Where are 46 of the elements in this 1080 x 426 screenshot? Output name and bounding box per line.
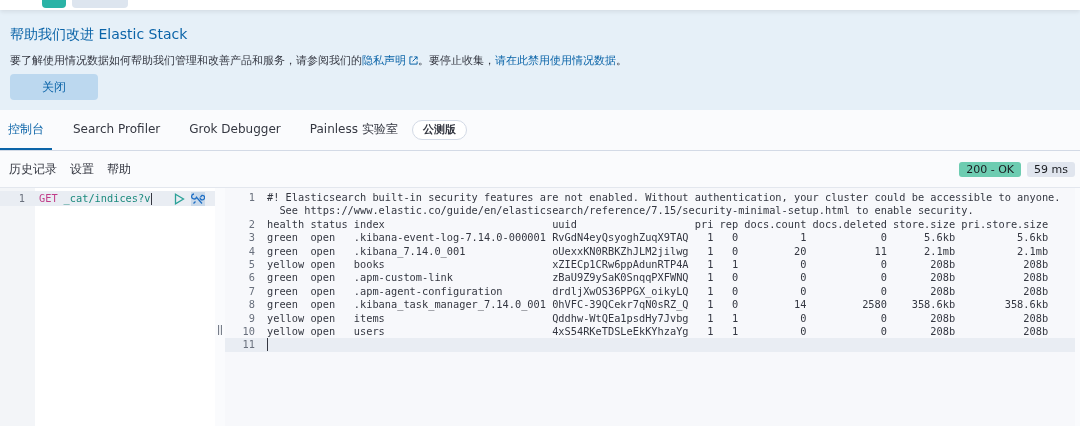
wrench-icon[interactable] <box>191 191 206 206</box>
text-cursor <box>267 338 268 352</box>
toolbar-link[interactable]: 历史记录 <box>9 161 57 177</box>
response-line: yellow open items Qddhw-WtQEa1psdHy7Jvbg 1 1 0 0 208b 208b <box>267 311 1049 325</box>
line-number: 9 <box>247 311 256 326</box>
tab[interactable]: 控制台 <box>0 110 52 150</box>
resize-handle[interactable] <box>218 325 222 335</box>
line-number: 4 <box>247 244 256 258</box>
line-number: 5 <box>247 258 256 272</box>
line-number: 11 <box>241 338 256 352</box>
close-button[interactable]: 关闭 <box>10 74 98 100</box>
external-link-icon <box>409 56 418 65</box>
banner-text: 要了解使用情况数据如何帮助我们管理和改善产品和服务，请参阅我们的隐私声明 。要停止收集，请在此禁用使用情况数据。 <box>10 53 628 68</box>
banner-title: 帮助我们改进 Elastic Stack <box>10 26 189 44</box>
response-line: #! Elasticsearch built-in security features are not enabled. Without authentication, your cluster could be accessible to anyone. <box>267 191 1061 205</box>
line-number: 8 <box>247 298 256 312</box>
request-path: _cat/indices?v <box>63 191 151 206</box>
response-line: green open .kibana_task_manager_7.14.0_001 0hVFC-39QCekr7qN0sRZ_Q 1 0 14 2580 358.6kb 358.6kb <box>267 298 1049 312</box>
disable-usage-link[interactable]: 请在此禁用使用情况数据 <box>495 54 616 67</box>
response-line: green open .kibana-event-log-7.14.0-000001 RvGdN4eyQsyoghZuqX9TAQ 1 0 1 0 5.6kb 5.6kb <box>267 231 1049 245</box>
play-icon[interactable] <box>174 192 186 205</box>
beta-badge: 公测版 <box>411 120 467 140</box>
toolbar-link[interactable]: 设置 <box>70 161 94 177</box>
toolbar-link[interactable]: 帮助 <box>107 161 131 177</box>
status-badge: 200 - OK <box>959 161 1022 177</box>
line-number: 7 <box>247 284 256 299</box>
response-line: green open .apm-agent-configuration drdljXwOS36PPGX_oikyLQ 1 0 0 0 208b 208b <box>267 284 1049 299</box>
response-line: green open .apm-custom-link zBaU9Z9ySaK0SnqqPXFWNQ 1 0 0 0 208b 208b <box>267 271 1049 285</box>
tab[interactable]: Painless 实验室 <box>301 120 406 140</box>
line-number: 1 <box>17 191 26 206</box>
line-number: 2 <box>247 217 256 232</box>
line-number: 1 <box>247 191 256 205</box>
http-method: GET <box>38 191 58 206</box>
tab[interactable]: Grok Debugger <box>181 110 289 150</box>
duration-badge: 59 ms <box>1027 161 1075 177</box>
response-line: yellow open users 4xS54RKeTDSLeEkKYhzaYg 1 1 0 0 208b 208b <box>267 325 1049 339</box>
response-line: See https://www.elastic.co/guide/en/elasticsearch/reference/7.15/security-minimal-setup.html to enable security. <box>278 204 975 218</box>
text-cursor <box>151 192 153 205</box>
response-line: green open .kibana_7.14.0_001 oUexxKN0RBKZhJLM2jilwg 1 0 20 11 2.1mb 2.1mb <box>267 244 1049 258</box>
line-number: 6 <box>247 271 256 285</box>
line-number: 10 <box>241 325 256 339</box>
privacy-link[interactable]: 隐私声明 <box>362 54 406 67</box>
tab[interactable]: Search Profiler <box>65 110 169 150</box>
line-number: 3 <box>247 231 256 245</box>
response-line: yellow open books xZIECp1CRw6ppAdunRTP4A 1 1 0 0 208b 208b <box>267 258 1049 272</box>
response-line: health status index uuid pri rep docs.count docs.deleted store.size pri.store.size <box>267 217 1049 232</box>
